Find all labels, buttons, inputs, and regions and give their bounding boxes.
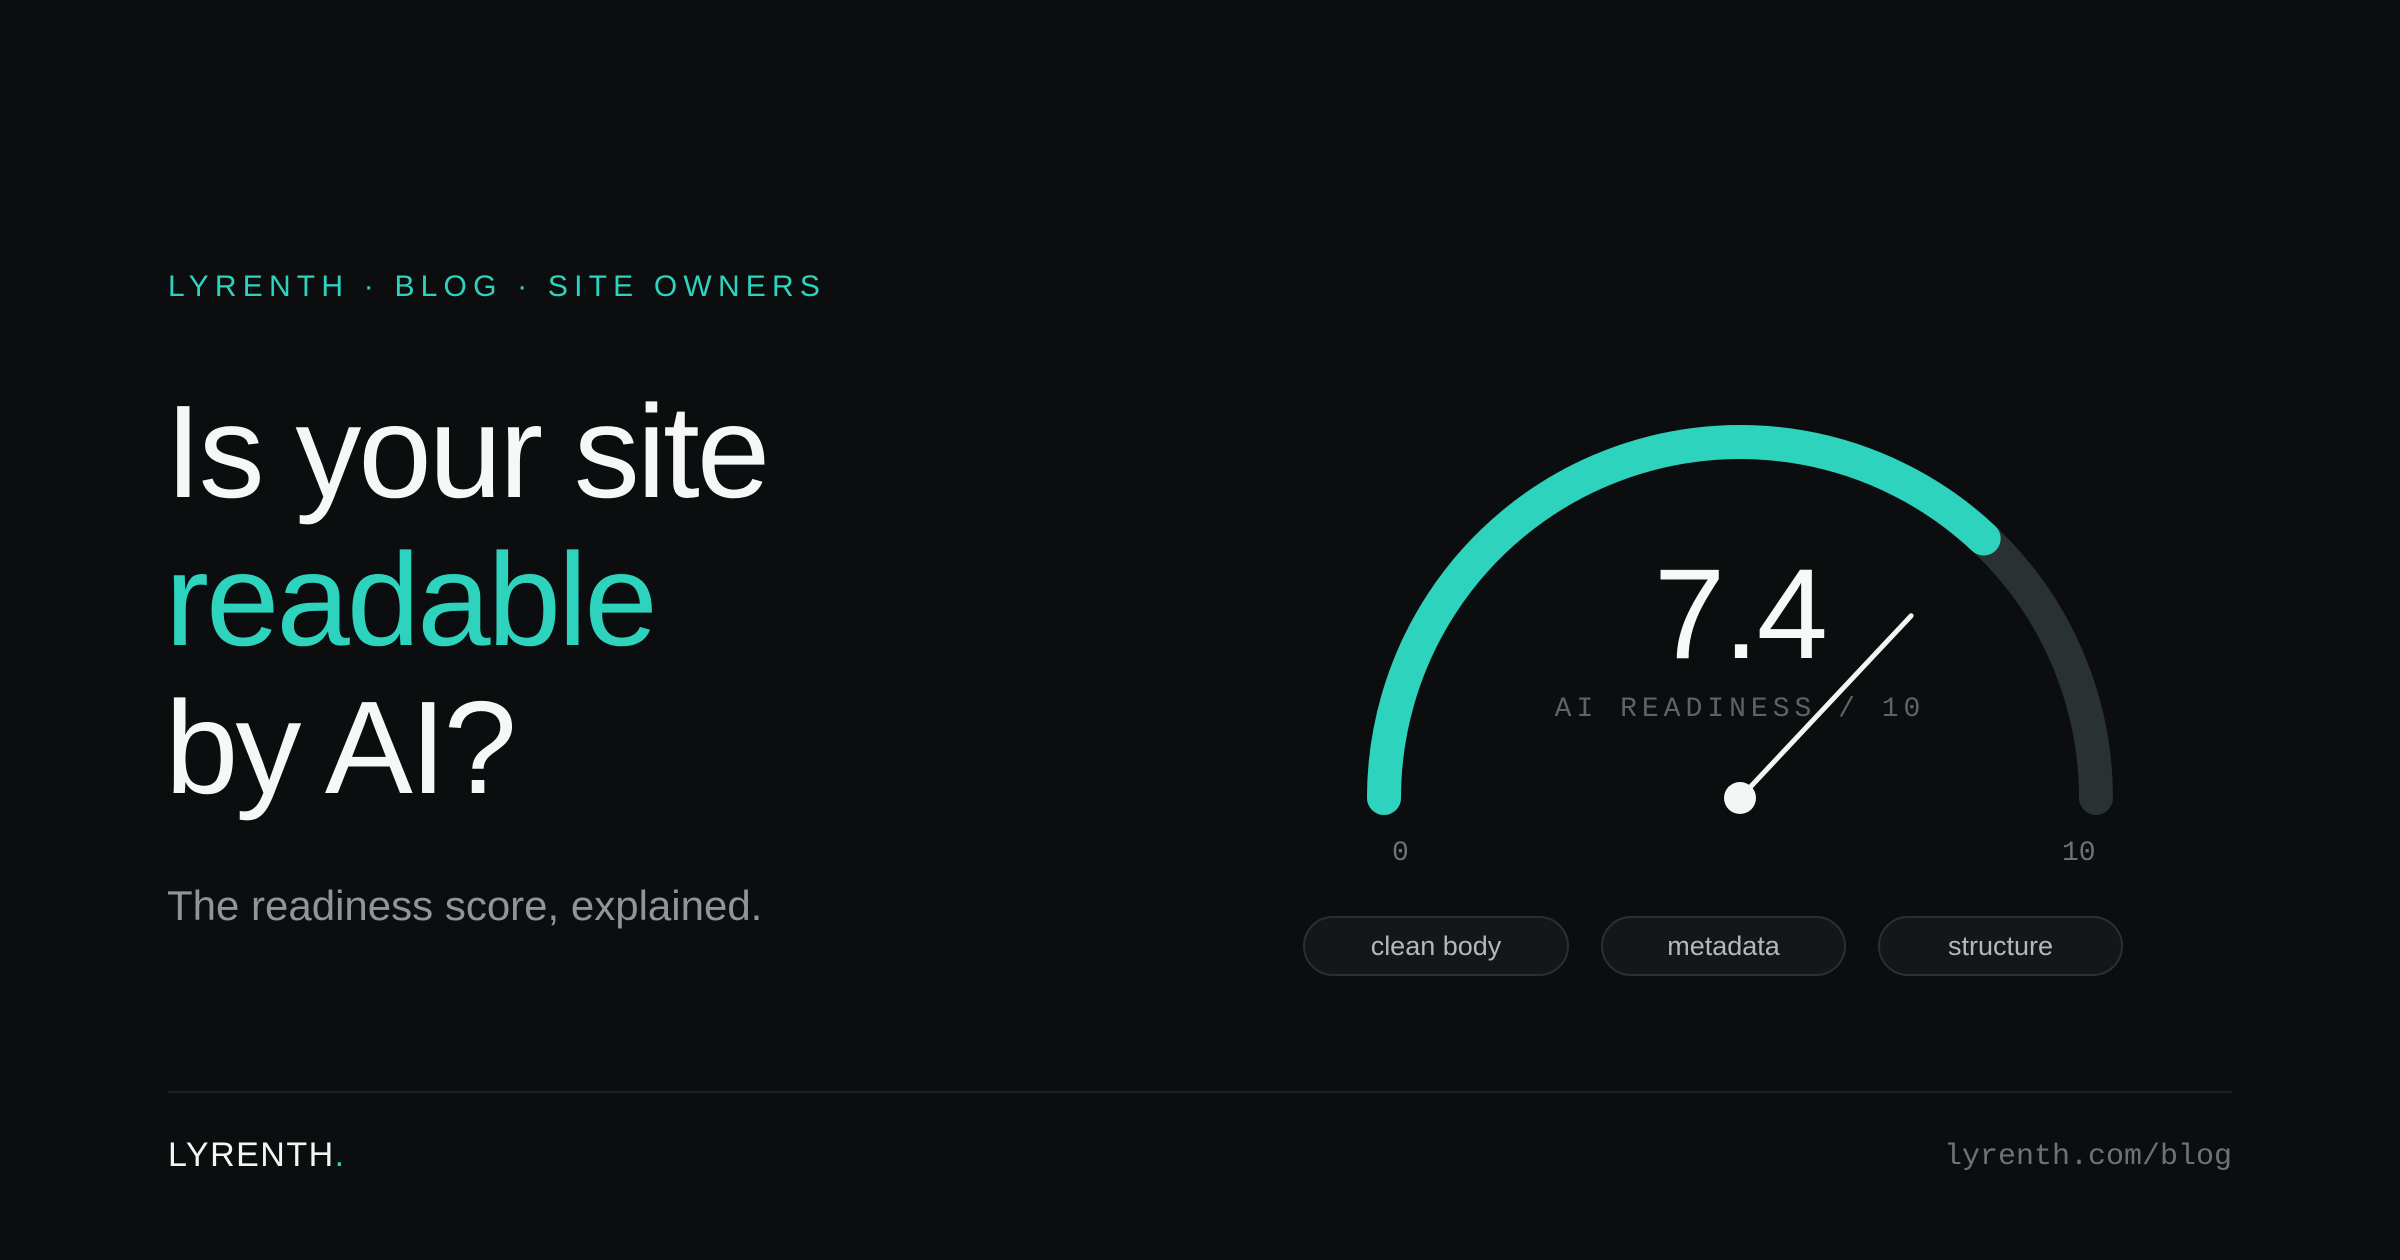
headline-line-2-accent: readable [165,526,658,673]
headline-line-3: by AI? [165,674,517,821]
breadcrumb-eyebrow: LYRENTH · BLOG · SITE OWNERS [168,270,827,303]
headline-line-1: Is your site [165,378,770,525]
gauge-max-label: 10 [2062,838,2096,869]
headline: Is your site readable by AI? [165,378,770,822]
score-label: AI READINESS / 10 [1554,694,1926,725]
footer-divider [168,1091,2232,1093]
brand-name: LYRENTH [168,1136,335,1174]
chip-metadata: metadata [1601,916,1846,976]
gauge-hub [1724,782,1756,814]
brand-logo: LYRENTH. [168,1136,346,1175]
factor-chips: clean body metadata structure [1303,916,2123,976]
subtitle: The readiness score, explained. [167,882,763,929]
readiness-gauge: 7.4 AI READINESS / 10 0 10 [1300,380,2180,920]
blog-url: lyrenth.com/blog [1943,1140,2232,1174]
score-value: 7.4 [1654,543,1828,686]
brand-dot: . [334,1136,346,1174]
gauge-min-label: 0 [1392,838,1409,869]
chip-clean-body: clean body [1303,916,1569,976]
chip-structure: structure [1878,916,2123,976]
